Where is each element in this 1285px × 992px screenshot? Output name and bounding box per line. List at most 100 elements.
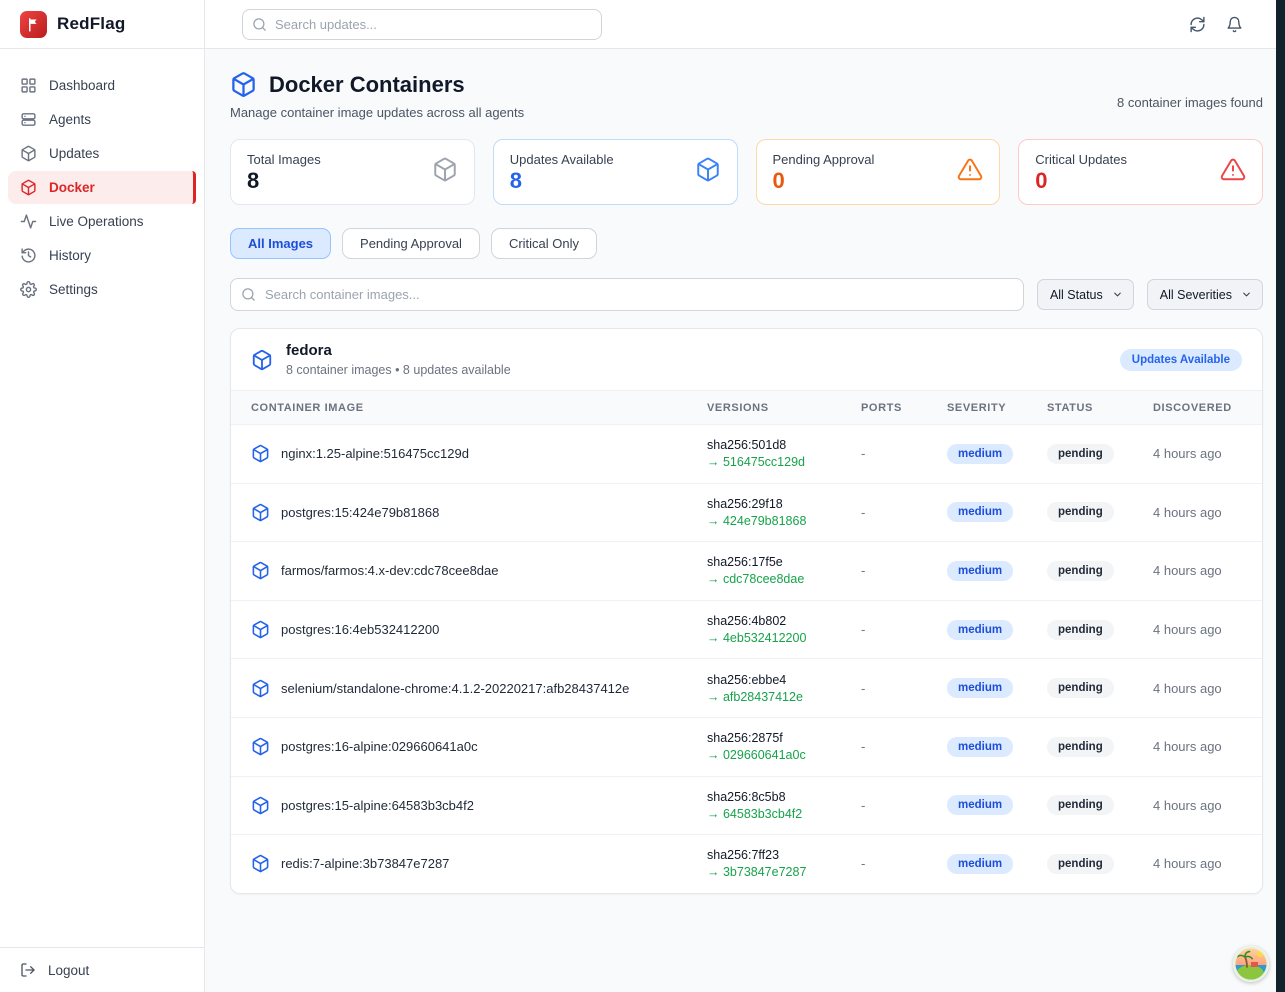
- island-extension-icon[interactable]: [1233, 946, 1269, 982]
- topbar: [205, 0, 1285, 49]
- severity-badge: medium: [947, 678, 1013, 698]
- new-version: → 4eb532412200: [707, 631, 861, 645]
- container-image-cell: nginx:1.25-alpine:516475cc129d: [251, 444, 707, 463]
- versions-cell: sha256:17f5e → cdc78cee8dae: [707, 555, 861, 586]
- brand: RedFlag: [0, 0, 204, 49]
- container-image-name: postgres:16:4eb532412200: [281, 622, 439, 637]
- discovered-cell: 4 hours ago: [1153, 856, 1242, 871]
- current-version: sha256:29f18: [707, 497, 861, 511]
- table-row[interactable]: postgres:16:4eb532412200 sha256:4b802 → …: [231, 600, 1262, 659]
- refresh-button[interactable]: [1189, 16, 1206, 33]
- sidebar-item-docker[interactable]: Docker: [8, 171, 196, 204]
- history-clock-icon: [20, 247, 37, 264]
- sidebar-item-label: Settings: [49, 282, 98, 297]
- container-image-cell: postgres:16-alpine:029660641a0c: [251, 737, 707, 756]
- status-badge: pending: [1047, 561, 1114, 581]
- sidebar-item-dashboard[interactable]: Dashboard: [8, 69, 196, 102]
- table-row[interactable]: farmos/farmos:4.x-dev:cdc78cee8dae sha25…: [231, 541, 1262, 600]
- chevron-down-icon: [1112, 289, 1123, 300]
- tab-all-images[interactable]: All Images: [230, 228, 331, 259]
- sidebar-footer: Logout: [0, 947, 204, 992]
- sidebar-item-history[interactable]: History: [8, 239, 196, 272]
- stat-label: Updates Available: [510, 152, 721, 167]
- table-row[interactable]: postgres:15-alpine:64583b3cb4f2 sha256:8…: [231, 776, 1262, 835]
- discovered-cell: 4 hours ago: [1153, 622, 1242, 637]
- severity-cell: medium: [947, 854, 1047, 874]
- severity-filter-dropdown[interactable]: All Severities: [1147, 279, 1263, 310]
- docker-cube-icon: [20, 179, 37, 196]
- logout-icon: [20, 962, 36, 978]
- main-area: Docker Containers Manage container image…: [205, 0, 1285, 992]
- container-image-cell: selenium/standalone-chrome:4.1.2-2022021…: [251, 679, 707, 698]
- docker-cube-icon: [251, 854, 270, 873]
- ports-cell: -: [861, 739, 947, 754]
- table-row[interactable]: selenium/standalone-chrome:4.1.2-2022021…: [231, 658, 1262, 717]
- docker-cube-icon: [251, 796, 270, 815]
- sidebar-item-agents[interactable]: Agents: [8, 103, 196, 136]
- global-search: [242, 9, 602, 40]
- table-row[interactable]: postgres:15:424e79b81868 sha256:29f18 → …: [231, 483, 1262, 542]
- group-summary: 8 container images • 8 updates available: [286, 363, 511, 377]
- notifications-button[interactable]: [1226, 16, 1243, 33]
- severity-cell: medium: [947, 444, 1047, 464]
- sidebar-item-label: History: [49, 248, 91, 263]
- status-cell: pending: [1047, 620, 1153, 640]
- package-icon: [20, 145, 37, 162]
- table-row[interactable]: redis:7-alpine:3b73847e7287 sha256:7ff23…: [231, 834, 1262, 893]
- sidebar-item-settings[interactable]: Settings: [8, 273, 196, 306]
- severity-filter-value: All Severities: [1160, 288, 1232, 302]
- warning-triangle-icon: [957, 157, 983, 188]
- table-row[interactable]: nginx:1.25-alpine:516475cc129d sha256:50…: [231, 424, 1262, 483]
- column-header-container-image: Container Image: [251, 402, 707, 414]
- status-cell: pending: [1047, 444, 1153, 464]
- ports-cell: -: [861, 856, 947, 871]
- container-image-name: postgres:16-alpine:029660641a0c: [281, 739, 478, 754]
- docker-cube-icon: [251, 679, 270, 698]
- discovered-cell: 4 hours ago: [1153, 563, 1242, 578]
- container-image-cell: postgres:15-alpine:64583b3cb4f2: [251, 796, 707, 815]
- activity-icon: [20, 213, 37, 230]
- sidebar-item-live-operations[interactable]: Live Operations: [8, 205, 196, 238]
- table-body: nginx:1.25-alpine:516475cc129d sha256:50…: [231, 424, 1262, 893]
- stat-value: 8: [247, 168, 458, 194]
- logout-button[interactable]: Logout: [20, 962, 184, 978]
- table-header-row: Container Image Versions Ports Severity …: [231, 390, 1262, 424]
- sidebar-item-label: Docker: [49, 180, 95, 195]
- status-badge: pending: [1047, 737, 1114, 757]
- gear-icon: [20, 281, 37, 298]
- container-image-cell: farmos/farmos:4.x-dev:cdc78cee8dae: [251, 561, 707, 580]
- global-search-input[interactable]: [242, 9, 602, 40]
- image-search-input[interactable]: [230, 278, 1024, 311]
- ports-cell: -: [861, 622, 947, 637]
- browser-side-strip[interactable]: [1276, 0, 1285, 992]
- table-row[interactable]: postgres:16-alpine:029660641a0c sha256:2…: [231, 717, 1262, 776]
- column-header-versions: Versions: [707, 402, 861, 414]
- status-filter-dropdown[interactable]: All Status: [1037, 279, 1134, 310]
- discovered-cell: 4 hours ago: [1153, 798, 1242, 813]
- topbar-icons: [1189, 16, 1243, 33]
- status-cell: pending: [1047, 737, 1153, 757]
- image-count-text: 8 container images found: [1117, 95, 1263, 110]
- container-image-name: redis:7-alpine:3b73847e7287: [281, 856, 449, 871]
- logout-label: Logout: [48, 963, 89, 978]
- status-badge: pending: [1047, 444, 1114, 464]
- stat-value: 0: [773, 168, 984, 194]
- stat-value: 8: [510, 168, 721, 194]
- group-name: fedora: [286, 342, 511, 359]
- status-cell: pending: [1047, 561, 1153, 581]
- search-icon: [241, 287, 256, 302]
- column-header-status: Status: [1047, 402, 1153, 414]
- docker-cube-icon: [251, 737, 270, 756]
- tab-pending-approval[interactable]: Pending Approval: [342, 228, 480, 259]
- discovered-cell: 4 hours ago: [1153, 446, 1242, 461]
- tab-critical-only[interactable]: Critical Only: [491, 228, 597, 259]
- docker-cube-icon: [251, 444, 270, 463]
- page-title: Docker Containers: [269, 72, 465, 98]
- status-filter-value: All Status: [1050, 288, 1103, 302]
- ports-cell: -: [861, 505, 947, 520]
- stat-cards: Total Images 8 Updates Available 8 Pendi…: [230, 139, 1263, 205]
- current-version: sha256:17f5e: [707, 555, 861, 569]
- current-version: sha256:8c5b8: [707, 790, 861, 804]
- severity-cell: medium: [947, 561, 1047, 581]
- sidebar-item-updates[interactable]: Updates: [8, 137, 196, 170]
